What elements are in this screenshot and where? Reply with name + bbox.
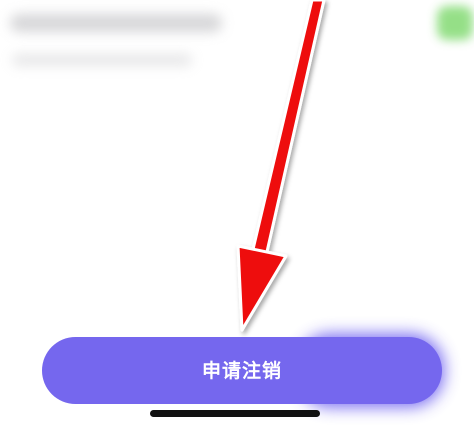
home-indicator[interactable] xyxy=(150,410,320,417)
blurred-subtitle-text xyxy=(12,54,192,66)
apply-cancellation-button[interactable]: 申请注销 xyxy=(42,337,442,404)
blurred-title-text xyxy=(10,14,222,32)
blurred-status-indicator xyxy=(437,6,473,40)
